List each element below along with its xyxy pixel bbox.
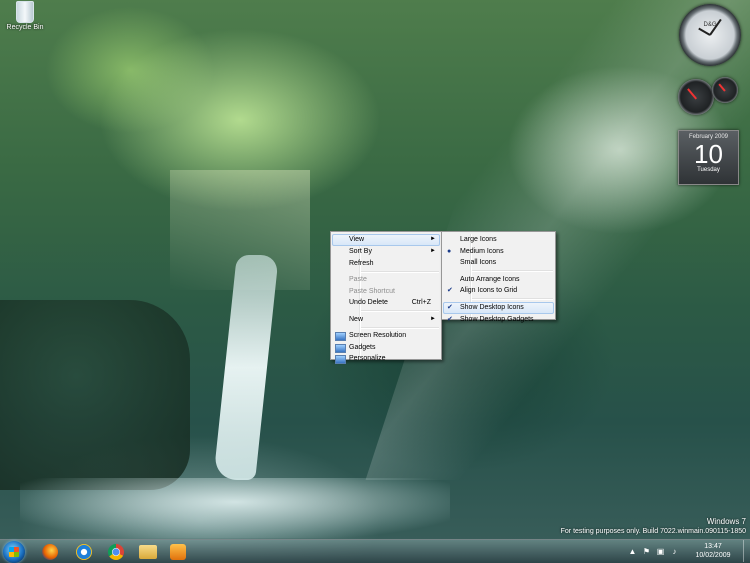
action-center-flag-icon[interactable]: ⚑ — [642, 547, 651, 556]
menu-item-label: New — [349, 315, 364, 323]
start-button[interactable] — [3, 541, 25, 563]
memory-dial-icon — [712, 77, 738, 103]
view-submenu: Large Icons ● Medium Icons Small Icons A… — [441, 231, 556, 323]
menu-item-label: Paste — [349, 276, 367, 283]
menu-item-label: Medium Icons — [460, 247, 504, 255]
network-icon[interactable]: ▣ — [656, 547, 665, 556]
folder-icon — [139, 545, 157, 559]
internet-explorer-icon — [76, 544, 92, 560]
desktop-context-menu: View ► Sort By ► Refresh Paste Paste Sho… — [330, 231, 442, 364]
menu-item-view[interactable]: View ► — [332, 234, 440, 246]
clock-date: 10/02/2009 — [695, 552, 731, 559]
menu-item-gadgets[interactable]: Gadgets — [333, 342, 439, 354]
menu-item-label: Undo Delete — [349, 299, 388, 306]
submenu-arrow-icon: ► — [430, 236, 436, 242]
menu-item-label: Refresh — [349, 259, 374, 267]
menu-item-label: Gadgets — [349, 343, 376, 351]
menu-item-label: Large Icons — [460, 236, 497, 243]
menu-item-shortcut: Ctrl+Z — [411, 299, 431, 306]
menu-item-align-icons-to-grid[interactable]: ✔ Align Icons to Grid — [444, 285, 553, 297]
taskbar-clock[interactable]: 13:47 10/02/2009 — [688, 542, 738, 560]
desktop-icon-label: Recycle Bin — [6, 24, 44, 31]
menu-item-medium-icons[interactable]: ● Medium Icons — [444, 246, 553, 258]
menu-item-show-desktop-gadgets[interactable]: ✔ Show Desktop Gadgets — [444, 314, 553, 326]
screen-resolution-icon — [335, 332, 346, 341]
menu-item-auto-arrange-icons[interactable]: Auto Arrange Icons — [444, 274, 553, 286]
menu-item-label: Show Desktop Gadgets — [460, 315, 534, 323]
menu-item-screen-resolution[interactable]: Screen Resolution — [333, 330, 439, 342]
menu-item-label: Sort By — [349, 248, 372, 255]
checkmark-icon: ✔ — [447, 303, 453, 311]
menu-separator — [361, 310, 439, 312]
menu-item-label: Paste Shortcut — [349, 287, 395, 295]
menu-item-show-desktop-icons[interactable]: ✔ Show Desktop Icons — [443, 301, 554, 314]
build-watermark: Windows 7 For testing purposes only. Bui… — [561, 517, 746, 537]
calendar-gadget[interactable]: February 2009 10 Tuesday — [678, 130, 739, 185]
recycle-bin-icon — [16, 1, 34, 23]
submenu-arrow-icon: ► — [430, 248, 436, 254]
bullet-icon: ● — [447, 247, 452, 255]
menu-separator — [472, 270, 553, 272]
wallpaper-pool — [20, 478, 450, 538]
calendar-weekday: Tuesday — [697, 167, 720, 173]
desktop-icon-recycle-bin[interactable]: Recycle Bin — [3, 1, 47, 31]
clock-brand: D&G — [703, 22, 717, 28]
menu-item-label: Auto Arrange Icons — [460, 275, 520, 283]
menu-item-label: Personalize — [349, 355, 386, 362]
windows-logo-icon — [9, 547, 19, 557]
menu-separator — [361, 270, 439, 273]
watermark-build: For testing purposes only. Build 7022.wi… — [560, 528, 746, 535]
volume-icon[interactable]: ♪ — [670, 547, 679, 556]
cpu-meter-gadget[interactable] — [678, 77, 740, 117]
personalize-icon — [335, 355, 346, 364]
menu-item-label: Align Icons to Grid — [460, 287, 518, 294]
clock-time: 13:47 — [704, 543, 722, 550]
clock-minute-hand — [698, 27, 711, 36]
menu-item-label: View — [349, 236, 365, 243]
menu-item-large-icons[interactable]: Large Icons — [444, 234, 553, 246]
taskbar-button-firefox[interactable] — [36, 542, 64, 562]
taskbar-button-media-player[interactable] — [164, 542, 192, 562]
wallpaper-rocks — [0, 300, 190, 490]
cpu-dial-icon — [678, 79, 714, 115]
desktop-background[interactable]: Recycle Bin D&G February 2009 10 Tuesday… — [0, 0, 750, 563]
menu-item-paste-shortcut[interactable]: Paste Shortcut — [333, 286, 439, 298]
show-hidden-icons-icon[interactable]: ▲ — [628, 547, 637, 556]
media-player-icon — [170, 544, 186, 560]
menu-item-new[interactable]: New ► — [333, 314, 439, 326]
menu-separator — [361, 326, 439, 329]
system-tray: ▲ ⚑ ▣ ♪ 13:47 10/02/2009 — [626, 542, 746, 562]
menu-item-small-icons[interactable]: Small Icons — [444, 257, 553, 269]
menu-item-refresh[interactable]: Refresh — [333, 258, 439, 270]
taskbar: ▲ ⚑ ▣ ♪ 13:47 10/02/2009 — [0, 539, 750, 563]
checkmark-icon: ✔ — [447, 287, 453, 294]
menu-item-paste[interactable]: Paste — [333, 274, 439, 286]
calendar-day: 10 — [694, 139, 723, 169]
show-desktop-button[interactable] — [743, 540, 750, 562]
watermark-os: Windows 7 — [706, 517, 746, 526]
taskbar-button-chrome[interactable] — [102, 542, 130, 562]
taskbar-button-internet-explorer[interactable] — [70, 542, 98, 562]
gadgets-icon — [335, 343, 346, 353]
menu-item-personalize[interactable]: Personalize — [333, 353, 439, 365]
menu-item-sort-by[interactable]: Sort By ► — [333, 246, 439, 258]
menu-item-label: Screen Resolution — [349, 332, 407, 339]
checkmark-icon: ✔ — [447, 315, 453, 323]
submenu-arrow-icon: ► — [430, 315, 436, 322]
menu-separator — [472, 298, 553, 300]
menu-item-label: Small Icons — [460, 259, 497, 266]
menu-item-label: Show Desktop Icons — [460, 303, 524, 311]
chrome-icon — [108, 544, 124, 560]
firefox-icon — [42, 544, 58, 560]
clock-gadget[interactable]: D&G — [679, 4, 741, 66]
menu-item-undo-delete[interactable]: Undo Delete Ctrl+Z — [333, 297, 439, 309]
taskbar-button-explorer[interactable] — [134, 542, 162, 562]
